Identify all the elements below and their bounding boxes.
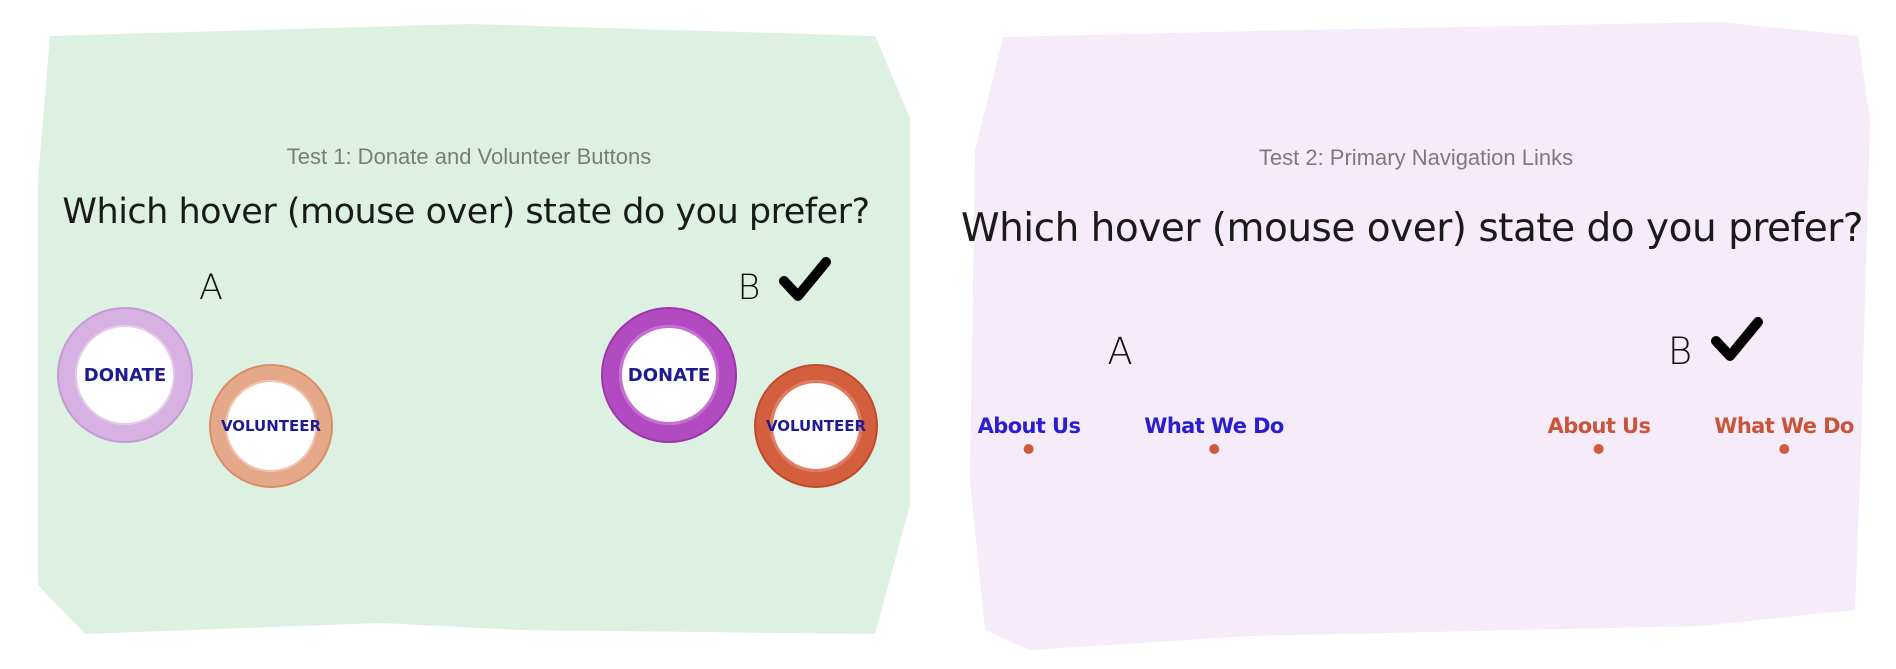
hover-dot-indicator [1593, 444, 1604, 454]
link-label: About Us [977, 414, 1081, 438]
test2-option-a-what-we-do-link[interactable]: What We Do [1144, 414, 1284, 454]
test2-option-a-label: A [1107, 330, 1133, 373]
donate-label: DONATE [83, 364, 167, 386]
test2-question: Which hover (mouse over) state do you pr… [961, 206, 1863, 251]
test1-option-a-donate-button[interactable]: DONATE [59, 309, 191, 441]
test1-subtitle: Test 1: Donate and Volunteer Buttons [286, 144, 652, 169]
test2-option-b-about-link[interactable]: About Us [1548, 414, 1651, 454]
test1-option-b-donate-button[interactable]: DONATE [603, 309, 735, 441]
panel-backgrounds [0, 0, 1896, 669]
link-label: What We Do [1144, 414, 1284, 438]
test1-question: Which hover (mouse over) state do you pr… [62, 192, 870, 232]
link-label: About Us [1547, 414, 1651, 438]
test1-option-b-volunteer-button[interactable]: VOLUNTEER [756, 366, 876, 486]
test1-option-b-label: B [737, 268, 761, 308]
volunteer-label: VOLUNTEER [220, 417, 322, 435]
test1-checkmark-icon [779, 257, 831, 301]
test1-option-a-label: A [199, 268, 223, 308]
link-label: What We Do [1714, 414, 1854, 438]
test1-option-a-volunteer-button[interactable]: VOLUNTEER [211, 366, 331, 486]
hover-dot-indicator [1209, 444, 1219, 454]
hover-dot-indicator [1023, 444, 1034, 454]
volunteer-label: VOLUNTEER [765, 417, 867, 435]
test2-option-a-about-link[interactable]: About Us [978, 414, 1081, 454]
panel-shapes [38, 22, 1870, 650]
test2-checkmark-icon [1711, 317, 1763, 361]
donate-label: DONATE [627, 364, 711, 386]
test2-subtitle: Test 2: Primary Navigation Links [1258, 145, 1574, 170]
test2-option-b-what-we-do-link[interactable]: What We Do [1714, 414, 1854, 454]
test2-option-b-label: B [1667, 330, 1693, 373]
hover-dot-indicator [1779, 444, 1789, 454]
